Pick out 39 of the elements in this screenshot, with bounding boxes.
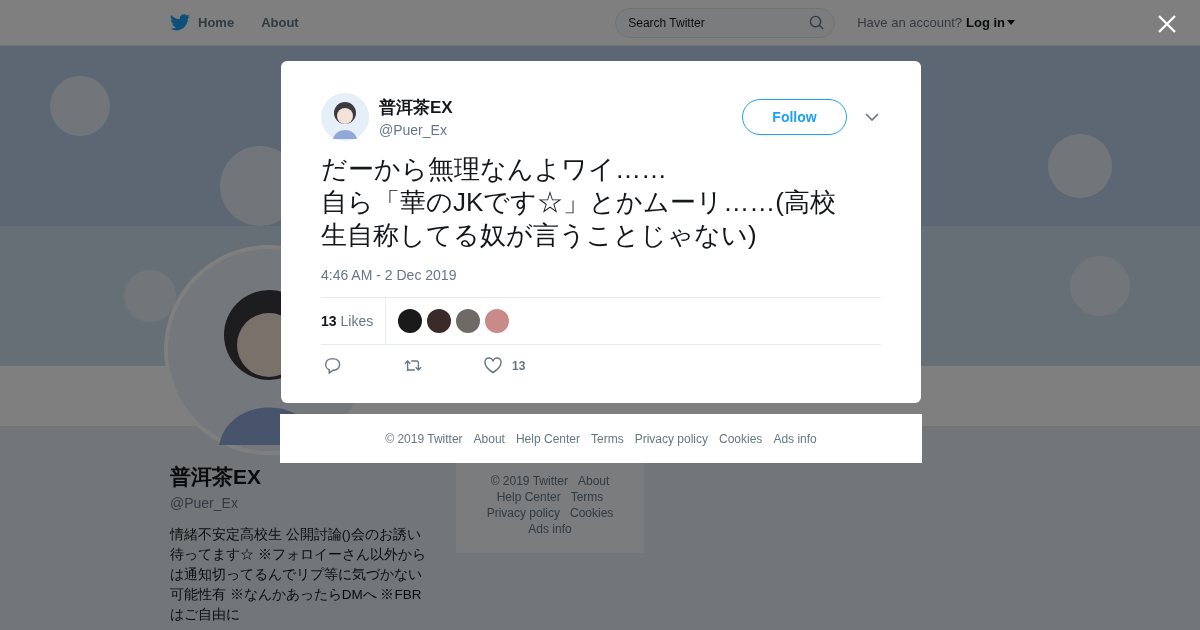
profile-handle: @Puer_Ex (170, 495, 239, 511)
login-link[interactable]: Log in (966, 15, 1005, 30)
footer-link[interactable]: Help Center (515, 431, 580, 446)
footer-link[interactable]: Cookies (719, 431, 763, 446)
avatar[interactable] (398, 309, 423, 333)
search-field[interactable]: Search Twitter (615, 7, 836, 38)
search-icon[interactable] (809, 14, 825, 30)
footer-link[interactable]: Terms (570, 490, 604, 504)
reply-icon[interactable] (324, 357, 342, 374)
tweet-time[interactable]: 4:46 AM - 2 Dec 2019 (321, 267, 881, 283)
footer-link[interactable]: Terms (591, 431, 624, 446)
footer-link[interactable]: Ads info (528, 522, 572, 536)
nav-link[interactable]: About (261, 15, 299, 30)
nav-link[interactable]: Home (198, 15, 235, 30)
avatar[interactable] (427, 309, 452, 333)
footer-link[interactable]: Ads info (773, 431, 817, 446)
like-count: 13 (512, 358, 526, 373)
profile-name: 普洱茶EX (170, 464, 262, 490)
footer-link[interactable]: Privacy policy (634, 431, 708, 446)
footer-link[interactable]: Cookies (570, 506, 614, 520)
author-name[interactable]: 普洱茶EX (379, 96, 453, 119)
footer-link[interactable]: Privacy policy (486, 506, 560, 520)
footer-link[interactable]: About (578, 474, 610, 488)
avatar[interactable] (321, 93, 369, 141)
footer-link[interactable]: © 2019 Twitter (385, 431, 463, 446)
likes-count[interactable]: 13 Likes (321, 298, 387, 344)
profile-bio: 情緒不安定高校生 公開討論()会のお誘い待ってます☆ ※フォロイーさん以外からは通知切ってるんでリプ等に気づかない可能性有 ※なんかあったらDMへ ※FBRはご自由に (170, 526, 427, 624)
author-handle[interactable]: @Puer_Ex (379, 122, 453, 138)
chevron-icon[interactable] (865, 113, 879, 121)
caret-icon[interactable] (1007, 20, 1015, 25)
tweet-text: だーから無理なんよワイ…… 自ら「華のJKです☆」とかムーリ……(高校生自称してる奴が言うことじゃない) (321, 153, 837, 252)
footer-link[interactable]: © 2019 Twitter (490, 474, 568, 488)
footer-link[interactable]: Help Center (496, 490, 561, 504)
close-icon[interactable] (1158, 15, 1176, 33)
account-prompt: Have an account? (857, 15, 962, 30)
footer-link[interactable]: About (473, 431, 505, 446)
retweet-icon[interactable] (404, 357, 422, 374)
heart-icon[interactable] (484, 357, 502, 374)
follow-button[interactable]: Follow (742, 99, 847, 135)
